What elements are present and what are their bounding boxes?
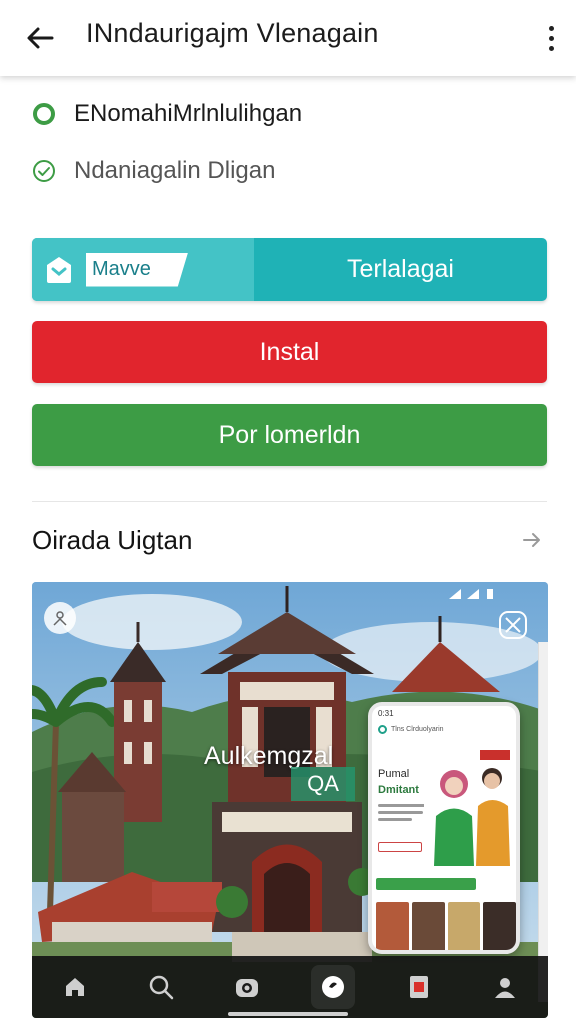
phone-chip	[378, 842, 422, 852]
more-dot	[548, 45, 554, 51]
radio-circle-icon	[33, 103, 55, 125]
phone-header-text: Tlns Clrduolyarin	[391, 725, 444, 733]
section-divider	[32, 501, 547, 502]
phone-thumbnails	[376, 902, 516, 950]
info-row-2: Ndaniagalin Dligan	[32, 157, 275, 185]
more-dot	[548, 35, 554, 41]
discover-icon	[322, 976, 344, 998]
phone-status-time: 0:31	[378, 709, 394, 718]
search-icon	[149, 975, 174, 1000]
user-badge-icon[interactable]	[44, 602, 76, 634]
nav-home[interactable]	[53, 965, 97, 1009]
section-header[interactable]: Oirada Uigtan	[32, 522, 547, 558]
phone-mockup: 0:31 Tlns Clrduolyarin Pumal Dmitant	[368, 702, 520, 954]
section-title: Oirada Uigtan	[32, 524, 193, 555]
home-icon	[66, 978, 84, 996]
wifi-icon	[467, 589, 479, 599]
split-button-main-label: Terlalagai	[346, 255, 454, 283]
nav-library[interactable]	[397, 965, 441, 1009]
info-row-1: ENomahiMrlnlulihgan	[32, 100, 302, 128]
people-illustration	[424, 746, 516, 866]
arrow-left-icon	[27, 27, 54, 49]
nav-search[interactable]	[139, 965, 183, 1009]
check-circle-icon	[33, 160, 55, 182]
phone-green-bar	[376, 878, 476, 890]
phone-title: Pumal	[378, 768, 410, 780]
battery-icon	[487, 589, 493, 599]
top-app-bar: INndaurigajm Vlenagain	[0, 0, 576, 76]
close-media-icon[interactable]	[498, 610, 528, 640]
phone-header: Tlns Clrduolyarin	[372, 720, 516, 738]
library-icon	[410, 976, 428, 998]
page-title: INndaurigajm Vlenagain	[86, 18, 379, 48]
back-button[interactable]	[24, 20, 56, 56]
bottom-navigation	[32, 956, 548, 1018]
nav-profile[interactable]	[483, 965, 527, 1009]
shopping-bag-icon	[42, 253, 76, 287]
nav-discover[interactable]	[311, 965, 355, 1009]
camera-icon	[236, 979, 258, 997]
more-vertical-icon	[548, 25, 554, 31]
next-media-peek[interactable]	[538, 642, 548, 1002]
secondary-action-button[interactable]: Por lomerldn	[32, 404, 547, 466]
phone-logo-icon	[378, 724, 387, 734]
split-button-tag: Mavve	[86, 252, 188, 287]
info-label-1: ENomahiMrlnlulihgan	[74, 100, 303, 127]
signal-icon	[449, 589, 461, 599]
gesture-bar[interactable]	[228, 1012, 348, 1016]
arrow-right-icon[interactable]	[517, 525, 547, 555]
media-card[interactable]: Aulkemgzal QA 0:31 Tlns Clrduolyarin Pum…	[32, 582, 548, 1018]
phone-subtitle: Dmitant	[378, 784, 419, 796]
status-icons	[448, 588, 496, 600]
info-label-2: Ndaniagalin Dligan	[74, 157, 276, 184]
split-button-left[interactable]: Mavve	[32, 238, 254, 301]
profile-icon	[495, 978, 515, 998]
install-button[interactable]: Instal	[32, 321, 547, 383]
nav-camera[interactable]	[225, 965, 269, 1009]
more-options-button[interactable]	[544, 20, 558, 56]
media-overlay-badge: QA	[291, 767, 355, 801]
split-action-button[interactable]: Mavve Terlalagai	[32, 238, 547, 301]
